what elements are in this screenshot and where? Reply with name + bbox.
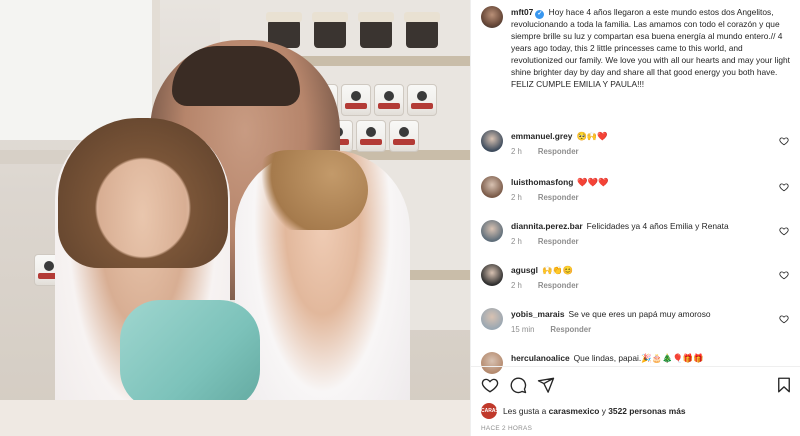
comment-line: emmanuel.grey 🥺🙌❤️ bbox=[511, 130, 767, 142]
girl-left-hair bbox=[58, 118, 228, 268]
comment-text: 🥺🙌❤️ bbox=[576, 131, 608, 141]
author-username[interactable]: mft07 bbox=[511, 7, 533, 17]
bookmark-icon[interactable] bbox=[775, 376, 793, 394]
comment-meta: 2 h Responder bbox=[511, 146, 767, 158]
comment-body: yobis_marais Se ve que eres un papá muy a… bbox=[511, 308, 767, 336]
post-photo[interactable] bbox=[0, 0, 470, 436]
liker-avatar-label: CARAS bbox=[481, 408, 497, 414]
comment-row: yobis_marais Se ve que eres un papá muy a… bbox=[479, 306, 795, 350]
comment-like-heart-icon[interactable] bbox=[779, 136, 789, 146]
verified-badge-icon: ✓ bbox=[535, 10, 545, 19]
reply-button[interactable]: Responder bbox=[550, 325, 591, 334]
avatar-fill bbox=[481, 352, 503, 374]
comment-line: yobis_marais Se ve que eres un papá muy a… bbox=[511, 308, 767, 320]
comment-age: 2 h bbox=[511, 193, 522, 202]
reply-button[interactable]: Responder bbox=[538, 281, 579, 290]
reply-button[interactable]: Responder bbox=[538, 147, 579, 156]
can bbox=[374, 84, 404, 116]
can bbox=[341, 84, 371, 116]
teal-blanket bbox=[120, 300, 260, 410]
comment-row: emmanuel.grey 🥺🙌❤️ 2 h Responder bbox=[479, 128, 795, 172]
commenter-username[interactable]: herculanoalice bbox=[511, 353, 570, 363]
comment-line: herculanoalice Que lindas, papai.🎉🎂🎄🎈🎁🎁 bbox=[511, 352, 767, 364]
comment-age: 15 min bbox=[511, 325, 535, 334]
comment-age: 2 h bbox=[511, 281, 522, 290]
author-avatar[interactable] bbox=[481, 6, 503, 28]
comment-text: ❤️❤️❤️ bbox=[577, 177, 609, 187]
avatar-fill bbox=[481, 130, 503, 152]
comment-like-heart-icon[interactable] bbox=[779, 270, 789, 280]
likes-middle: y bbox=[599, 406, 609, 416]
comment-line: luisthomasfong ❤️❤️❤️ bbox=[511, 176, 767, 188]
comment-meta: 2 h Responder bbox=[511, 236, 767, 248]
likes-row: CARAS Les gusta a carasmexico y 3522 per… bbox=[481, 403, 793, 419]
comment-body: herculanoalice Que lindas, papai.🎉🎂🎄🎈🎁🎁 bbox=[511, 352, 767, 364]
comment-text: Felicidades ya 4 años Emilia y Renata bbox=[586, 221, 729, 231]
avatar-fill bbox=[481, 264, 503, 286]
comment-like-heart-icon[interactable] bbox=[779, 182, 789, 192]
comment-like-heart-icon[interactable] bbox=[779, 226, 789, 236]
commenter-avatar[interactable] bbox=[481, 352, 503, 374]
jar bbox=[312, 12, 348, 48]
likes-prefix: Les gusta a bbox=[503, 406, 549, 416]
comment-text: Se ve que eres un papá muy amoroso bbox=[568, 309, 711, 319]
commenter-avatar[interactable] bbox=[481, 220, 503, 242]
girl-right-hair bbox=[248, 150, 368, 230]
comment-like-heart-icon[interactable] bbox=[779, 314, 789, 324]
commenter-avatar[interactable] bbox=[481, 264, 503, 286]
commenter-avatar[interactable] bbox=[481, 130, 503, 152]
likes-text: Les gusta a carasmexico y 3522 personas … bbox=[503, 406, 686, 416]
actions-divider bbox=[471, 366, 800, 367]
comment-row: agusgl 🙌👏😊 2 h Responder bbox=[479, 262, 795, 306]
comment-row: diannita.perez.bar Felicidades ya 4 años … bbox=[479, 218, 795, 262]
caption-body: Hoy hace 4 años llegaron a este mundo es… bbox=[511, 7, 790, 89]
reply-button[interactable]: Responder bbox=[538, 193, 579, 202]
commenter-username[interactable]: yobis_marais bbox=[511, 309, 565, 319]
likes-count[interactable]: 3522 personas más bbox=[608, 406, 685, 416]
comment-body: emmanuel.grey 🥺🙌❤️ 2 h Responder bbox=[511, 130, 767, 158]
commenter-username[interactable]: emmanuel.grey bbox=[511, 131, 572, 141]
heart-outline-icon[interactable] bbox=[481, 376, 499, 394]
comment-body: agusgl 🙌👏😊 2 h Responder bbox=[511, 264, 767, 292]
man-hair bbox=[172, 46, 300, 106]
table-edge bbox=[0, 400, 470, 436]
commenter-avatar[interactable] bbox=[481, 176, 503, 198]
post-side-panel: mft07 ✓ Hoy hace 4 años llegaron a este m… bbox=[470, 0, 800, 436]
commenter-username[interactable]: luisthomasfong bbox=[511, 177, 573, 187]
action-bar bbox=[481, 374, 793, 396]
avatar-fill bbox=[481, 176, 503, 198]
commenter-avatar[interactable] bbox=[481, 308, 503, 330]
comment-meta: 2 h Responder bbox=[511, 280, 767, 292]
comment-meta: 15 min Responder bbox=[511, 324, 767, 336]
comment-body: luisthomasfong ❤️❤️❤️ 2 h Responder bbox=[511, 176, 767, 204]
caption-text: mft07 ✓ Hoy hace 4 años llegaron a este m… bbox=[511, 6, 795, 90]
comment-text: Que lindas, papai.🎉🎂🎄🎈🎁🎁 bbox=[573, 353, 704, 363]
can bbox=[356, 120, 386, 152]
post-timestamp[interactable]: HACE 2 HORAS bbox=[481, 425, 532, 432]
comment-text: 🙌👏😊 bbox=[542, 265, 574, 275]
commenter-username[interactable]: diannita.perez.bar bbox=[511, 221, 583, 231]
liker-avatar[interactable]: CARAS bbox=[481, 403, 497, 419]
comment-row: luisthomasfong ❤️❤️❤️ 2 h Responder bbox=[479, 174, 795, 218]
avatar-fill bbox=[481, 308, 503, 330]
can bbox=[389, 120, 419, 152]
comment-body: diannita.perez.bar Felicidades ya 4 años … bbox=[511, 220, 767, 248]
commenter-username[interactable]: agusgl bbox=[511, 265, 538, 275]
jar bbox=[358, 12, 394, 48]
jar bbox=[404, 12, 440, 48]
comment-age: 2 h bbox=[511, 237, 522, 246]
paper-plane-icon[interactable] bbox=[537, 376, 555, 394]
liker-username[interactable]: carasmexico bbox=[549, 406, 600, 416]
comment-age: 2 h bbox=[511, 147, 522, 156]
comment-line: diannita.perez.bar Felicidades ya 4 años … bbox=[511, 220, 767, 232]
avatar-fill bbox=[481, 220, 503, 242]
comment-bubble-icon[interactable] bbox=[509, 376, 527, 394]
reply-button[interactable]: Responder bbox=[538, 237, 579, 246]
comment-line: agusgl 🙌👏😊 bbox=[511, 264, 767, 276]
can bbox=[407, 84, 437, 116]
comment-meta: 2 h Responder bbox=[511, 192, 767, 204]
